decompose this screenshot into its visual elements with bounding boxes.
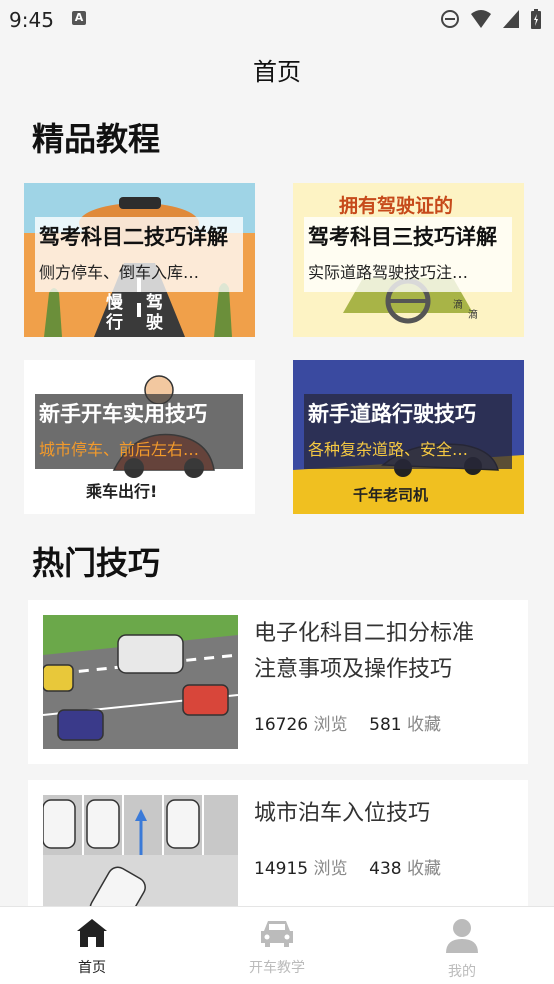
hot-item-title-line: 电子化科目二扣分标准 [254, 621, 475, 646]
user-icon [446, 919, 478, 953]
svg-text:行: 行 [105, 312, 123, 333]
card-title: 驾考科目二技巧详解 [39, 225, 228, 249]
views-count: 16726 [254, 715, 309, 735]
views-label: 浏览 [313, 859, 348, 879]
card-subtitle: 实际道路驾驶技巧注… [308, 263, 469, 282]
car-icon [261, 921, 293, 947]
section-featured-title: 精品教程 [32, 120, 161, 158]
favs-label: 收藏 [406, 715, 441, 735]
favs-count: 438 [369, 859, 402, 879]
tab-home[interactable]: 首页 [42, 917, 142, 977]
tab-label: 我的 [448, 964, 476, 980]
hot-item-2-title: 城市泊车入位技巧 [254, 796, 430, 832]
status-time: 9:45 [9, 8, 54, 32]
hot-item-title-line: 城市泊车入位技巧 [254, 801, 431, 826]
svg-text:驾: 驾 [146, 293, 163, 313]
hot-item-1-thumbnail [43, 615, 238, 749]
card-2-overlay: 驾考科目三技巧详解 实际道路驾驶技巧注… [304, 217, 512, 292]
views-count: 14915 [254, 859, 309, 879]
home-icon [77, 919, 107, 947]
section-hot-title: 热门技巧 [32, 544, 161, 582]
card-subtitle: 侧方停车、倒车入库… [39, 263, 200, 282]
svg-text:驶: 驶 [146, 312, 163, 333]
bottom-tab-bar: 首页 开车教学 我的 [0, 906, 554, 984]
featured-card-1[interactable]: 慢 驾 行 驶 驾考科目二技巧详解 侧方停车、倒车入库… [24, 183, 255, 337]
hot-item-2-stats: 14915 浏览 438 收藏 [254, 854, 441, 879]
wifi-icon [471, 10, 491, 28]
notification-a-icon: A [72, 11, 86, 25]
hot-item-1[interactable]: 电子化科目二扣分标准 注意事项及操作技巧 16726 浏览 581 收藏 [28, 600, 528, 764]
page-title: 首页 [253, 58, 301, 86]
featured-card-2[interactable]: 拥有驾驶证的 滴 滴 驾考科目三技巧详解 实际道路驾驶技巧注… [293, 183, 524, 337]
svg-text:慢: 慢 [106, 292, 124, 313]
status-bar: 9:45 A [0, 0, 554, 38]
card-1-overlay: 驾考科目二技巧详解 侧方停车、倒车入库… [35, 217, 243, 292]
battery-icon [531, 9, 541, 29]
card-3-overlay: 新手开车实用技巧 城市停车、前后左右… [35, 394, 243, 469]
featured-card-4[interactable]: 千年老司机 新手道路行驶技巧 各种复杂道路、安全… [293, 360, 524, 514]
svg-text:乘车出行!: 乘车出行! [85, 482, 157, 501]
svg-text:滴: 滴 [468, 308, 478, 321]
signal-icon [503, 10, 519, 28]
svg-text:滴: 滴 [453, 298, 463, 311]
featured-card-3[interactable]: 乘车出行! 新手开车实用技巧 城市停车、前后左右… [24, 360, 255, 514]
tab-label: 首页 [78, 960, 106, 976]
tab-label: 开车教学 [249, 960, 305, 976]
dnd-icon [441, 10, 459, 28]
favs-count: 581 [369, 715, 402, 735]
hot-item-2[interactable]: 城市泊车入位技巧 14915 浏览 438 收藏 [28, 780, 528, 929]
svg-text:千年老司机: 千年老司机 [353, 486, 428, 504]
card-title: 新手道路行驶技巧 [308, 402, 476, 426]
card-title: 新手开车实用技巧 [39, 402, 207, 426]
views-label: 浏览 [313, 715, 348, 735]
favs-label: 收藏 [406, 859, 441, 879]
svg-text:拥有驾驶证的: 拥有驾驶证的 [339, 194, 453, 217]
card-title: 驾考科目三技巧详解 [308, 225, 497, 249]
hot-item-1-title: 电子化科目二扣分标准 注意事项及操作技巧 [254, 616, 474, 688]
tab-mine[interactable]: 我的 [412, 917, 512, 981]
hot-item-title-line: 注意事项及操作技巧 [254, 657, 453, 682]
card-subtitle: 各种复杂道路、安全… [308, 440, 469, 459]
card-4-overlay: 新手道路行驶技巧 各种复杂道路、安全… [304, 394, 512, 469]
tab-driving-teaching[interactable]: 开车教学 [227, 917, 327, 977]
hot-item-1-stats: 16726 浏览 581 收藏 [254, 710, 441, 735]
card-subtitle: 城市停车、前后左右… [39, 440, 200, 459]
